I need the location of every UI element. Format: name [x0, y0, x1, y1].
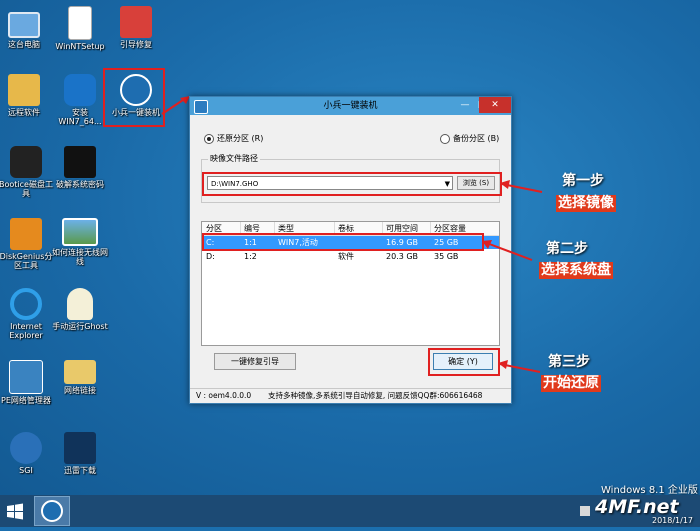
arrow-step1-icon — [500, 180, 543, 193]
step2-desc: 选择系统盘 — [539, 262, 613, 279]
arrow-step3-icon — [498, 360, 541, 373]
watermark: 4MF.net — [595, 496, 679, 518]
repair-boot-button[interactable]: 一键修复引导 — [214, 353, 296, 370]
remote-software-icon — [8, 74, 40, 106]
arrow-step2-icon — [482, 240, 533, 261]
desktop-icon-crack-password[interactable]: 破解系统密码 — [52, 146, 108, 189]
folder-icon — [64, 360, 96, 384]
ghost-icon — [67, 288, 93, 320]
toolbox-icon — [120, 6, 152, 38]
step3-title: 第三步 — [548, 354, 590, 370]
xiaobing-logo-icon — [41, 500, 63, 522]
table-row[interactable]: D: 1:2 软件 20.3 GB 35 GB — [202, 250, 499, 263]
desktop-icon-install-win7[interactable]: 安装WIN7_64... — [52, 74, 108, 126]
step1-desc: 选择镜像 — [556, 195, 616, 212]
thunder-bird-icon — [64, 432, 96, 464]
desktop-icon-remote[interactable]: 远程软件 — [0, 74, 52, 117]
internet-explorer-icon — [10, 288, 42, 320]
desktop-icon-pe-network[interactable]: PE网络管理器 — [0, 360, 54, 405]
minimize-icon[interactable]: — — [457, 99, 473, 112]
radio-backup[interactable]: 备份分区 (B) — [440, 133, 499, 144]
window-titlebar: 小兵一键装机 — □ ✕ — [190, 97, 511, 115]
bootice-icon — [10, 146, 42, 178]
sgi-icon — [10, 432, 42, 464]
tray-flag-icon[interactable] — [580, 506, 590, 516]
image-path-highlight — [202, 172, 502, 196]
radio-restore-indicator[interactable] — [204, 133, 214, 144]
install-gear-icon — [64, 74, 96, 106]
step1-title: 第一步 — [562, 173, 604, 189]
os-edition-label: Windows 8.1 企业版 — [601, 485, 698, 496]
diskgenius-icon — [10, 218, 42, 250]
status-message: 支持多种镜像,多系统引导自动修复, 问题反馈QQ群:606616468 — [268, 391, 483, 400]
xiaobing-icon-highlight — [103, 68, 165, 127]
network-manager-icon — [9, 360, 43, 394]
status-version: V : oem4.0.0.0 — [196, 391, 252, 400]
desktop-icon-network-link[interactable]: 网络链接 — [52, 360, 108, 395]
confirm-highlight — [428, 348, 500, 376]
desktop-icon-wireless-help[interactable]: 如何连接无线网线 — [52, 218, 108, 266]
desktop-icon-boot-repair[interactable]: 引导修复 — [108, 6, 164, 49]
start-button[interactable] — [0, 495, 30, 527]
image-path-label: 映像文件路径 — [208, 153, 260, 164]
radio-backup-indicator[interactable] — [440, 133, 450, 144]
taskbar: 4MF.net 2018/1/17 — [0, 495, 700, 527]
key-icon — [64, 146, 96, 178]
installer-window: 小兵一键装机 — □ ✕ 还原分区 (R) 备份分区 (B) 映像文件路径 D:… — [189, 96, 512, 404]
desktop-icon-ghost[interactable]: 手动运行Ghost — [52, 288, 108, 331]
windows-logo-icon — [7, 503, 23, 520]
taskbar-date: 2018/1/17 — [652, 516, 694, 525]
app-icon — [194, 100, 208, 114]
status-bar: V : oem4.0.0.0 支持多种镜像,多系统引导自动修复, 问题反馈QQ群… — [190, 388, 511, 403]
taskbar-item-xiaobing[interactable] — [34, 496, 70, 526]
desktop-icon-ie[interactable]: Internet Explorer — [0, 288, 54, 340]
close-icon[interactable]: ✕ — [479, 97, 511, 113]
step2-title: 第二步 — [546, 241, 588, 257]
window-title: 小兵一键装机 — [323, 101, 378, 111]
desktop-icon-diskgenius[interactable]: DiskGenius分区工具 — [0, 218, 54, 270]
radio-restore[interactable]: 还原分区 (R) — [204, 133, 263, 144]
desktop-icon-thunder[interactable]: 迅雷下载 — [52, 432, 108, 475]
desktop-icon-this-pc[interactable]: 这台电脑 — [0, 6, 52, 49]
desktop-icon-bootice[interactable]: Bootice磁盘工具 — [0, 146, 54, 198]
desktop-icon-sgi[interactable]: SGI — [0, 432, 54, 475]
partition-row-highlight — [202, 233, 484, 251]
winntsetup-icon — [68, 6, 92, 40]
desktop-icon-winntsetup[interactable]: WinNTSetup — [52, 6, 108, 51]
arrow-to-window-icon — [161, 96, 190, 115]
landscape-image-icon — [62, 218, 98, 246]
computer-icon — [8, 12, 40, 38]
step3-desc: 开始还原 — [541, 375, 601, 392]
desktop: 这台电脑 远程软件 Bootice磁盘工具 DiskGenius分区工具 Int… — [0, 0, 700, 496]
